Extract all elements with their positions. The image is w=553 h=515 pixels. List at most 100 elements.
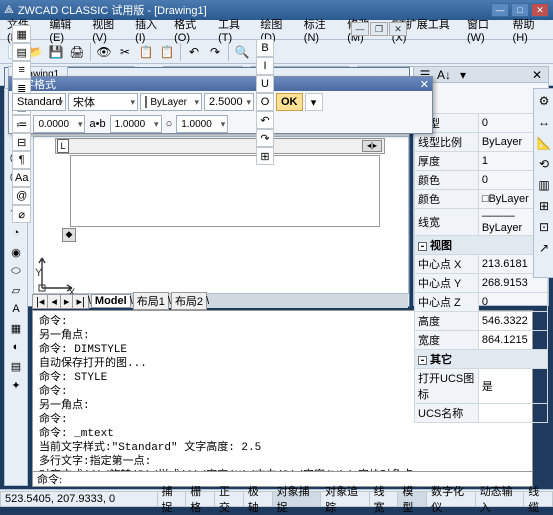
text-format-button[interactable]: U <box>256 75 274 93</box>
ruler-tab-icon[interactable]: L <box>57 139 69 153</box>
mdi-restore[interactable]: ❐ <box>370 22 388 36</box>
text-format-button[interactable]: @ <box>12 187 31 205</box>
text-format-button[interactable]: ¶ <box>12 151 31 169</box>
property-row[interactable]: UCS名称 <box>415 404 548 423</box>
status-toggle[interactable]: 正交 <box>214 491 244 507</box>
text-val2[interactable]: 1.0000 <box>110 115 162 133</box>
draw-tool-button[interactable]: A <box>6 300 26 318</box>
text-format-button[interactable]: ⌀ <box>12 205 31 223</box>
text-format-button[interactable]: ≔ <box>12 115 31 133</box>
text-format-button[interactable]: B <box>256 39 274 57</box>
text-style-combo[interactable]: Standard <box>12 93 66 111</box>
draw-tool-button[interactable]: ✦ <box>6 376 26 394</box>
text-format-button[interactable]: ↷ <box>256 129 274 147</box>
property-row[interactable]: 线型比例ByLayer <box>415 133 548 152</box>
text-val3[interactable]: 1.0000 <box>176 115 228 133</box>
prop-az-icon[interactable]: A↓ <box>436 68 452 82</box>
text-val1[interactable]: 0.0000 <box>33 115 85 133</box>
modify-tool-button[interactable]: ↔ <box>534 112 553 132</box>
menu-item[interactable]: 标注(N) <box>299 14 342 46</box>
property-row[interactable]: 线型0 <box>415 114 548 133</box>
toolbar-button[interactable]: 📋 <box>136 42 156 62</box>
modify-tool-button[interactable]: 📐 <box>534 133 553 153</box>
status-toggle[interactable]: 线宽 <box>369 491 399 507</box>
tab-nav-button[interactable]: ▸| <box>72 294 88 309</box>
tab-nav-button[interactable]: ◂ <box>47 294 61 309</box>
modify-tool-button[interactable]: ⚙ <box>534 91 553 111</box>
modify-tool-button[interactable]: ⟲ <box>534 154 553 174</box>
text-font-combo[interactable]: 宋体 <box>68 93 138 111</box>
status-toggle[interactable]: 对象追踪 <box>320 491 370 507</box>
text-color-combo[interactable]: ByLayer <box>140 93 202 111</box>
text-format-button[interactable]: ≡ <box>12 61 31 79</box>
text-format-button[interactable]: ⊞ <box>256 147 274 165</box>
property-row[interactable]: 颜色□ByLayer <box>415 190 548 209</box>
mdi-min[interactable]: — <box>351 22 369 36</box>
layout-tab[interactable]: Model <box>91 294 131 308</box>
mtext-ruler[interactable]: L ◂|▸ <box>55 138 385 154</box>
prop-filter-icon[interactable]: ▾ <box>455 68 471 82</box>
status-toggle[interactable]: 数字化仪 <box>426 491 476 507</box>
draw-tool-button[interactable]: ▦ <box>6 319 26 337</box>
property-group[interactable]: -视图 <box>415 236 548 255</box>
tab-nav-button[interactable]: |◂ <box>32 294 48 309</box>
ruler-end-icon[interactable]: ◂|▸ <box>362 140 382 152</box>
property-row[interactable]: 线宽——— ByLayer <box>415 209 548 236</box>
property-row[interactable]: 厚度1 <box>415 152 548 171</box>
mtext-editor[interactable] <box>70 155 380 227</box>
property-row[interactable]: 中心点 X213.6181 <box>415 255 548 274</box>
draw-tool-button[interactable]: ◐ <box>6 338 26 356</box>
draw-tool-button[interactable]: ⬭ <box>6 262 26 280</box>
toolbar-button[interactable]: 📋 <box>157 42 177 62</box>
draw-tool-button[interactable]: ◔ <box>6 224 26 242</box>
toolbar-button[interactable]: ↶ <box>184 42 204 62</box>
text-format-close-icon[interactable]: ✕ <box>420 78 429 91</box>
toolbar-button[interactable]: 🔍 <box>232 42 252 62</box>
text-more-button[interactable]: ▾ <box>305 93 323 111</box>
property-row[interactable]: 高度546.3322 <box>415 312 548 331</box>
menu-item[interactable]: 窗口(W) <box>462 14 508 46</box>
prop-close-icon[interactable]: ✕ <box>529 68 545 82</box>
status-toggle[interactable]: 线缆 <box>523 491 553 507</box>
draw-tool-button[interactable]: ▱ <box>6 281 26 299</box>
property-row[interactable]: 打开UCS图标是 <box>415 369 548 404</box>
status-toggle[interactable]: 模型 <box>397 491 427 507</box>
property-row[interactable]: 中心点 Y268.9153 <box>415 274 548 293</box>
status-toggle[interactable]: 捕捉 <box>157 491 187 507</box>
mtext-grip-icon[interactable]: ◆ <box>62 228 76 242</box>
text-format-button[interactable]: O <box>256 93 274 111</box>
text-format-button[interactable]: Aa <box>12 169 31 187</box>
modify-tool-button[interactable]: ↗ <box>534 238 553 258</box>
draw-tool-button[interactable]: ▤ <box>6 357 26 375</box>
property-row[interactable]: 宽度864.1215 <box>415 331 548 350</box>
text-format-button[interactable]: ↶ <box>256 111 274 129</box>
toolbar-button[interactable]: 🖨 <box>67 42 87 62</box>
text-format-button[interactable]: ▦ <box>12 25 31 43</box>
mdi-close[interactable]: ✕ <box>389 22 407 36</box>
status-toggle[interactable]: 栅格 <box>185 491 215 507</box>
toolbar-button[interactable]: ↷ <box>205 42 225 62</box>
modify-tool-button[interactable]: ⊞ <box>534 196 553 216</box>
menu-item[interactable]: 帮助(H) <box>508 14 551 46</box>
layout-tab[interactable]: 布局2 <box>171 292 207 310</box>
draw-tool-button[interactable]: ◉ <box>6 243 26 261</box>
property-row[interactable]: 颜色0 <box>415 171 548 190</box>
text-height-combo[interactable]: 2.5000 <box>204 93 254 111</box>
toolbar-button[interactable]: 👁 <box>94 42 114 62</box>
status-toggle[interactable]: 动态输入 <box>475 491 525 507</box>
text-format-button[interactable]: I <box>256 57 274 75</box>
status-toggle[interactable]: 对象捕捉 <box>272 491 322 507</box>
modify-tool-button[interactable]: ▥ <box>534 175 553 195</box>
property-group[interactable]: -其它 <box>415 350 548 369</box>
tab-nav-button[interactable]: ▸ <box>60 294 74 309</box>
layout-tab[interactable]: 布局1 <box>133 292 169 310</box>
toolbar-button[interactable]: ✂ <box>115 42 135 62</box>
text-ok-button[interactable]: OK <box>276 93 303 111</box>
text-format-title: 文字格式 <box>12 76 420 92</box>
status-toggle[interactable]: 极轴 <box>243 491 273 507</box>
toolbar-button[interactable]: 💾 <box>46 42 66 62</box>
modify-tool-button[interactable]: ⊡ <box>534 217 553 237</box>
text-format-button[interactable]: ▤ <box>12 43 31 61</box>
text-format-button[interactable]: ⊟ <box>12 133 31 151</box>
property-row[interactable]: 中心点 Z0 <box>415 293 548 312</box>
